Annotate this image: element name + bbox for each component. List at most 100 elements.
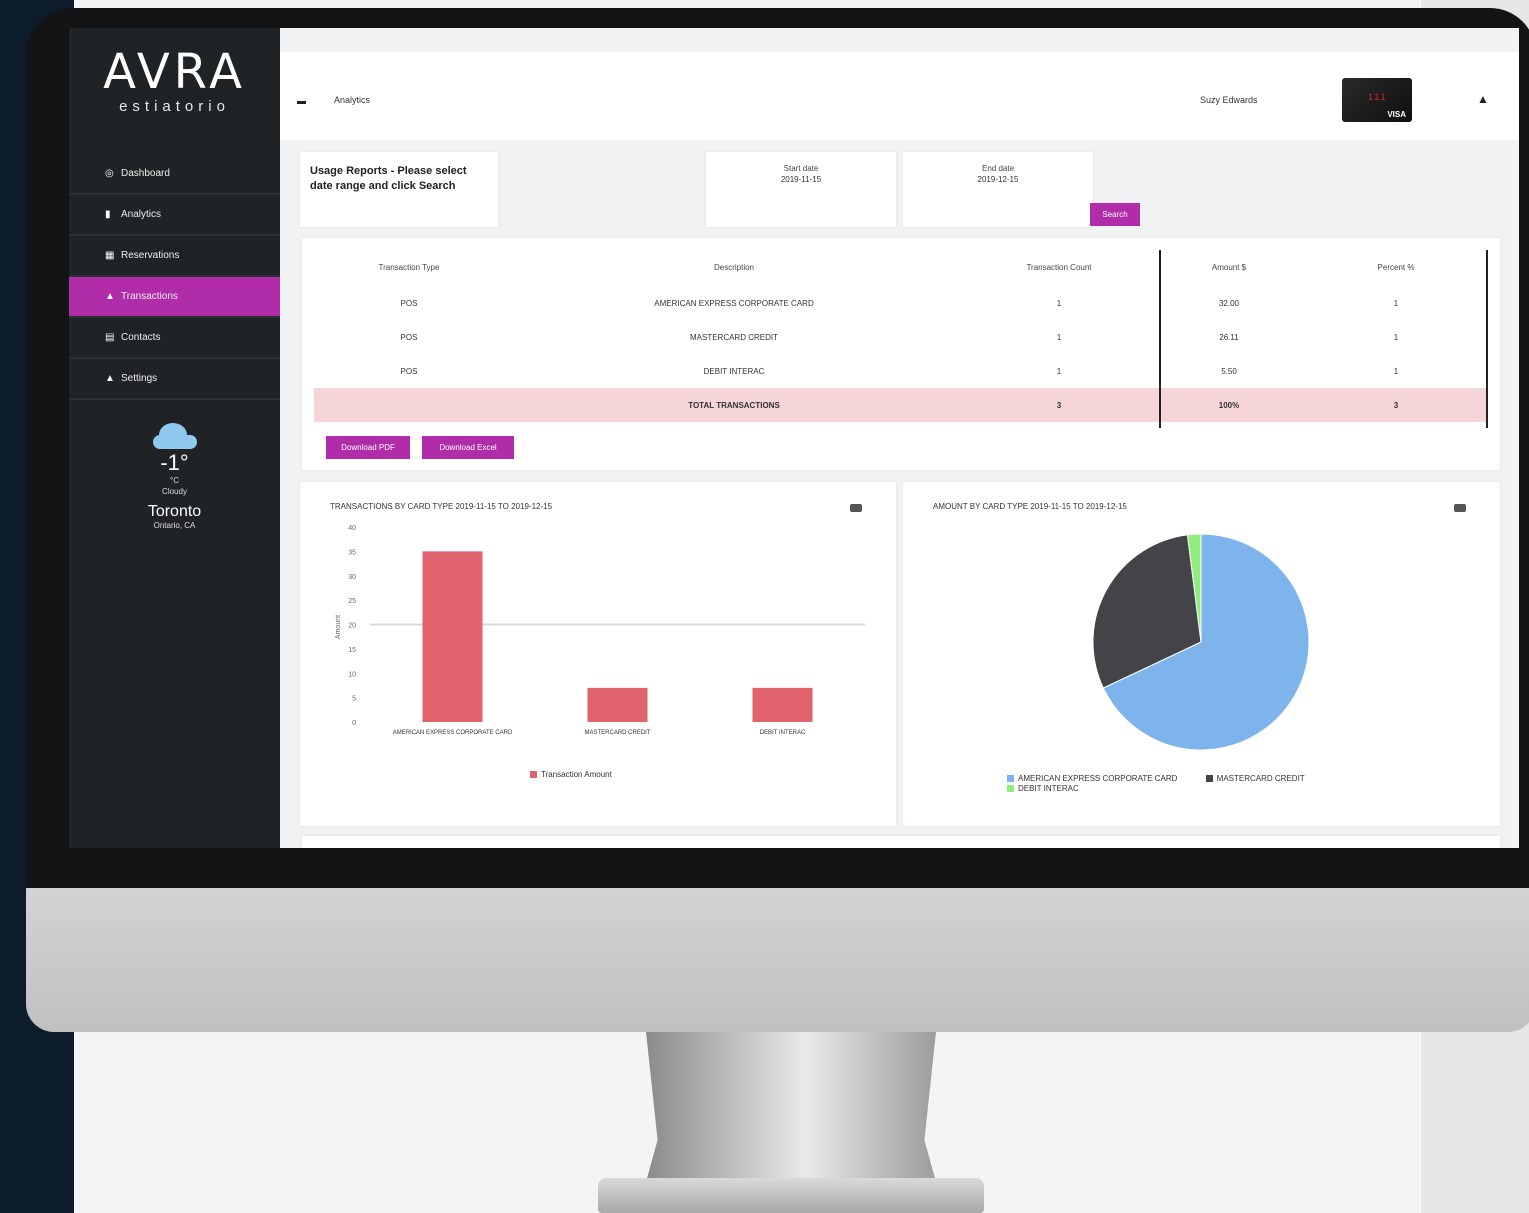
dashboard-icon: ◎ — [105, 167, 114, 179]
legend-swatch — [1205, 775, 1213, 783]
table-row: POS MASTERCARD CREDIT 1 26.11 1 — [314, 320, 1488, 354]
cell-type: POS — [400, 332, 418, 342]
cell-type: POS — [400, 366, 418, 376]
user-name[interactable]: Suzy Edwards — [1200, 95, 1258, 105]
user-icon: ▲ — [105, 290, 115, 302]
monitor-chin — [26, 888, 1529, 1032]
column-header-count[interactable]: Transaction Count — [964, 248, 1154, 286]
y-tick-label: 20 — [348, 623, 356, 630]
weather-widget: -1° °C Cloudy Toronto Ontario, CA — [69, 423, 280, 530]
column-divider — [1159, 250, 1161, 428]
weather-unit: °C — [170, 476, 179, 485]
cell-type: POS — [400, 298, 418, 308]
legend-label: AMERICAN EXPRESS CORPORATE CARD — [1018, 774, 1178, 783]
weather-temperature: -1° — [160, 450, 189, 475]
cell-percent: 1 — [1393, 298, 1399, 308]
y-tick-label: 25 — [348, 598, 356, 605]
sidebar-item-label: Analytics — [121, 209, 162, 220]
y-axis-label: Amount — [335, 615, 342, 639]
search-button[interactable]: Search — [1090, 203, 1140, 226]
cloud-icon — [152, 423, 197, 449]
x-tick-label: MASTERCARD CREDIT — [584, 730, 650, 736]
sidebar-item-analytics[interactable]: ▮ Analytics — [69, 195, 280, 236]
cell-amount: 32.00 — [1218, 298, 1240, 308]
y-tick-label: 35 — [348, 549, 356, 556]
x-tick-label: DEBIT INTERAC — [760, 730, 806, 736]
transactions-panel: Transaction Type Description Transaction… — [302, 238, 1500, 470]
pie-chart-panel: AMOUNT BY CARD TYPE 2019-11-15 TO 2019-1… — [903, 482, 1500, 826]
bar-chart-legend[interactable]: Transaction Amount — [530, 770, 612, 779]
settings-icon: ▲ — [105, 372, 115, 384]
column-header-description[interactable]: Description — [504, 248, 964, 286]
table-row: POS DEBIT INTERAC 1 5.50 1 — [314, 354, 1488, 388]
bar — [422, 551, 483, 722]
user-menu-icon[interactable]: ▲ — [1477, 92, 1489, 106]
bar — [587, 687, 648, 722]
calendar-icon: ▦ — [105, 249, 115, 261]
transactions-table: Transaction Type Description Transaction… — [314, 248, 1488, 422]
download-pdf-button[interactable]: Download PDF — [326, 436, 410, 459]
column-divider — [1486, 250, 1488, 428]
start-date-value: 2019-11-15 — [780, 175, 822, 184]
start-date-field[interactable]: Start date 2019-11-15 — [706, 152, 896, 227]
total-amount: 100% — [1154, 388, 1304, 422]
chart-icon: ▮ — [105, 208, 111, 220]
y-tick-label: 0 — [352, 720, 356, 727]
hamburger-icon[interactable] — [297, 101, 306, 104]
y-tick-label: 15 — [348, 647, 356, 654]
brand-logo[interactable]: AVRA estiatorio — [69, 28, 280, 148]
sidebar-item-dashboard[interactable]: ◎ Dashboard — [69, 154, 280, 195]
sidebar-nav: ◎ Dashboard ▮ Analytics ▦ Reservations ▲… — [69, 154, 280, 400]
sidebar-item-settings[interactable]: ▲ Settings — [69, 359, 280, 400]
legend-item[interactable]: AMERICAN EXPRESS CORPORATE CARD MASTERCA… — [1007, 774, 1305, 784]
sidebar-item-label: Reservations — [121, 250, 180, 261]
legend-label: Transaction Amount — [541, 770, 612, 779]
download-excel-button[interactable]: Download Excel — [422, 436, 514, 459]
total-label: TOTAL TRANSACTIONS — [504, 388, 964, 422]
end-date-value: 2019-12-15 — [977, 175, 1019, 184]
sidebar: AVRA estiatorio ◎ Dashboard ▮ Analytics … — [69, 28, 280, 848]
end-date-field[interactable]: End date 2019-12-15 — [903, 152, 1093, 227]
next-panel-strip — [302, 836, 1500, 848]
column-header-percent[interactable]: Percent % — [1304, 248, 1488, 286]
legend-label: MASTERCARD CREDIT — [1216, 774, 1305, 783]
weather-region: Ontario, CA — [153, 521, 196, 530]
legend-label: DEBIT INTERAC — [1018, 784, 1079, 793]
legend-swatch — [1007, 775, 1014, 783]
table-total-row: TOTAL TRANSACTIONS 3 100% 3 — [314, 388, 1488, 422]
cell-description: MASTERCARD CREDIT — [689, 332, 778, 342]
cell-empty — [314, 388, 504, 422]
sidebar-item-label: Transactions — [121, 291, 178, 302]
page-title: Analytics — [334, 95, 371, 105]
legend-item[interactable]: DEBIT INTERAC — [1007, 784, 1305, 794]
card-number: 111 — [1368, 92, 1388, 102]
end-date-label: End date — [981, 164, 1015, 173]
legend-swatch — [530, 771, 537, 779]
y-tick-label: 5 — [352, 696, 356, 703]
table-row: POS AMERICAN EXPRESS CORPORATE CARD 1 32… — [314, 286, 1488, 320]
cell-description: AMERICAN EXPRESS CORPORATE CARD — [654, 298, 814, 308]
x-tick-label: AMERICAN EXPRESS CORPORATE CARD — [393, 730, 513, 736]
monitor-stand-neck — [646, 1032, 936, 1182]
y-tick-label: 30 — [348, 574, 356, 581]
weather-city: Toronto — [147, 503, 202, 520]
column-header-type[interactable]: Transaction Type — [314, 248, 504, 286]
column-header-amount[interactable]: Amount $ — [1154, 248, 1304, 286]
sidebar-item-label: Settings — [121, 373, 158, 384]
sidebar-item-transactions[interactable]: ▲ Transactions — [69, 277, 280, 318]
top-bar: Analytics Suzy Edwards 111 VISA ▲ — [280, 52, 1519, 140]
sidebar-item-reservations[interactable]: ▦ Reservations — [69, 236, 280, 277]
bar — [752, 687, 813, 722]
pie-chart-legend: AMERICAN EXPRESS CORPORATE CARD MASTERCA… — [1007, 774, 1305, 794]
total-percent: 3 — [1304, 388, 1488, 422]
cell-count: 1 — [1056, 332, 1062, 342]
cell-percent: 1 — [1393, 366, 1399, 376]
document-icon: ▤ — [105, 331, 115, 343]
legend-swatch — [1007, 785, 1014, 793]
cell-count: 1 — [1056, 366, 1062, 376]
sidebar-item-contacts[interactable]: ▤ Contacts — [69, 318, 280, 359]
y-tick-label: 40 — [348, 525, 356, 532]
table-header-row: Transaction Type Description Transaction… — [314, 248, 1488, 286]
cell-amount: 26.11 — [1219, 332, 1239, 342]
bar-chart-panel: TRANSACTIONS BY CARD TYPE 2019-11-15 TO … — [300, 482, 896, 826]
